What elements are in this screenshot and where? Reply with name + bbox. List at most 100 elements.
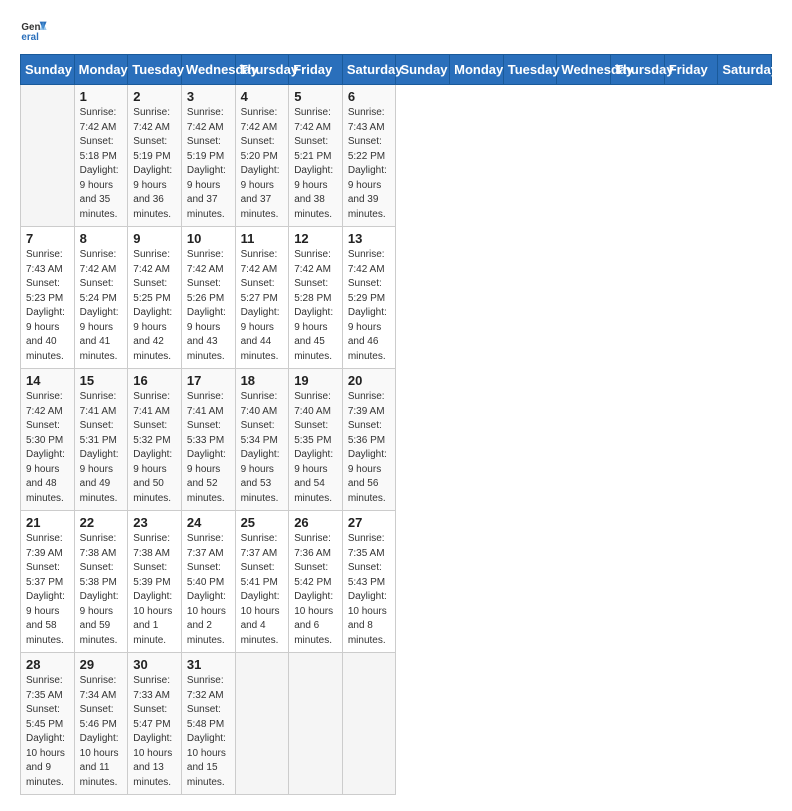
day-number: 10 [187, 231, 230, 246]
day-number: 25 [241, 515, 284, 530]
calendar-cell: 14Sunrise: 7:42 AM Sunset: 5:30 PM Dayli… [21, 369, 75, 511]
day-info: Sunrise: 7:43 AM Sunset: 5:22 PM Dayligh… [348, 106, 391, 222]
day-number: 28 [26, 657, 69, 672]
calendar-cell [21, 85, 75, 227]
day-info: Sunrise: 7:39 AM Sunset: 5:36 PM Dayligh… [348, 390, 391, 506]
day-info: Sunrise: 7:42 AM Sunset: 5:19 PM Dayligh… [133, 106, 176, 222]
calendar-cell: 4 Sunrise: 7:42 AM Sunset: 5:20 PM Daylig… [235, 85, 289, 227]
day-number: 30 [133, 657, 176, 672]
calendar-table: SundayMondayTuesdayWednesdayThursdayFrid… [20, 54, 772, 795]
calendar-cell: 29Sunrise: 7:34 AM Sunset: 5:46 PM Dayli… [74, 653, 128, 795]
calendar-week-row: 28 Sunrise: 7:35 AM Sunset: 5:45 PM Dayli… [21, 653, 772, 795]
calendar-cell: 6 Sunrise: 7:43 AM Sunset: 5:22 PM Daylig… [342, 85, 396, 227]
day-number: 23 [133, 515, 176, 530]
day-number: 12 [294, 231, 337, 246]
column-header-sunday: Sunday [396, 55, 450, 85]
calendar-cell: 10 Sunrise: 7:42 AM Sunset: 5:26 PM Dayli… [181, 227, 235, 369]
calendar-cell: 20 Sunrise: 7:39 AM Sunset: 5:36 PM Dayli… [342, 369, 396, 511]
calendar-cell: 9Sunrise: 7:42 AM Sunset: 5:25 PM Daylig… [128, 227, 182, 369]
calendar-cell: 25 Sunrise: 7:37 AM Sunset: 5:41 PM Dayli… [235, 511, 289, 653]
column-header-monday: Monday [450, 55, 504, 85]
calendar-cell: 5 Sunrise: 7:42 AM Sunset: 5:21 PM Daylig… [289, 85, 343, 227]
day-number: 5 [294, 89, 337, 104]
calendar-cell [342, 653, 396, 795]
day-number: 4 [241, 89, 284, 104]
column-header-tuesday: Tuesday [503, 55, 557, 85]
calendar-cell: 24 Sunrise: 7:37 AM Sunset: 5:40 PM Dayli… [181, 511, 235, 653]
day-info: Sunrise: 7:37 AM Sunset: 5:40 PM Dayligh… [187, 532, 230, 648]
day-info: Sunrise: 7:35 AM Sunset: 5:45 PM Dayligh… [26, 674, 69, 790]
day-number: 15 [80, 373, 123, 388]
calendar-cell: 11 Sunrise: 7:42 AM Sunset: 5:27 PM Dayli… [235, 227, 289, 369]
day-number: 3 [187, 89, 230, 104]
calendar-cell: 1Sunrise: 7:42 AM Sunset: 5:18 PM Daylig… [74, 85, 128, 227]
day-number: 16 [133, 373, 176, 388]
column-header-wednesday: Wednesday [557, 55, 611, 85]
day-number: 26 [294, 515, 337, 530]
day-number: 24 [187, 515, 230, 530]
day-number: 22 [80, 515, 123, 530]
calendar-week-row: 7 Sunrise: 7:43 AM Sunset: 5:23 PM Daylig… [21, 227, 772, 369]
calendar-week-row: 14Sunrise: 7:42 AM Sunset: 5:30 PM Dayli… [21, 369, 772, 511]
day-info: Sunrise: 7:35 AM Sunset: 5:43 PM Dayligh… [348, 532, 391, 648]
day-info: Sunrise: 7:41 AM Sunset: 5:33 PM Dayligh… [187, 390, 230, 506]
calendar-cell: 3Sunrise: 7:42 AM Sunset: 5:19 PM Daylig… [181, 85, 235, 227]
day-number: 20 [348, 373, 391, 388]
day-number: 27 [348, 515, 391, 530]
day-info: Sunrise: 7:38 AM Sunset: 5:38 PM Dayligh… [80, 532, 123, 648]
header-saturday: Saturday [342, 55, 396, 85]
calendar-cell: 23 Sunrise: 7:38 AM Sunset: 5:39 PM Dayli… [128, 511, 182, 653]
logo: Gen eral [20, 16, 52, 44]
calendar-cell: 17 Sunrise: 7:41 AM Sunset: 5:33 PM Dayli… [181, 369, 235, 511]
header-sunday: Sunday [21, 55, 75, 85]
page-header: Gen eral [20, 16, 772, 44]
calendar-cell: 18 Sunrise: 7:40 AM Sunset: 5:34 PM Dayli… [235, 369, 289, 511]
day-info: Sunrise: 7:33 AM Sunset: 5:47 PM Dayligh… [133, 674, 176, 790]
day-info: Sunrise: 7:42 AM Sunset: 5:27 PM Dayligh… [241, 248, 284, 364]
calendar-cell [289, 653, 343, 795]
day-info: Sunrise: 7:41 AM Sunset: 5:32 PM Dayligh… [133, 390, 176, 506]
day-number: 13 [348, 231, 391, 246]
day-number: 18 [241, 373, 284, 388]
calendar-cell: 7 Sunrise: 7:43 AM Sunset: 5:23 PM Daylig… [21, 227, 75, 369]
day-number: 6 [348, 89, 391, 104]
calendar-cell: 28 Sunrise: 7:35 AM Sunset: 5:45 PM Dayli… [21, 653, 75, 795]
day-number: 7 [26, 231, 69, 246]
header-tuesday: Tuesday [128, 55, 182, 85]
day-info: Sunrise: 7:42 AM Sunset: 5:21 PM Dayligh… [294, 106, 337, 222]
header-monday: Monday [74, 55, 128, 85]
header-thursday: Thursday [235, 55, 289, 85]
calendar-cell: 13 Sunrise: 7:42 AM Sunset: 5:29 PM Dayli… [342, 227, 396, 369]
column-header-saturday: Saturday [718, 55, 772, 85]
day-number: 29 [80, 657, 123, 672]
day-number: 2 [133, 89, 176, 104]
day-number: 19 [294, 373, 337, 388]
day-number: 31 [187, 657, 230, 672]
day-info: Sunrise: 7:42 AM Sunset: 5:29 PM Dayligh… [348, 248, 391, 364]
day-number: 17 [187, 373, 230, 388]
calendar-cell: 8 Sunrise: 7:42 AM Sunset: 5:24 PM Daylig… [74, 227, 128, 369]
day-info: Sunrise: 7:42 AM Sunset: 5:18 PM Dayligh… [80, 106, 123, 222]
column-header-friday: Friday [664, 55, 718, 85]
calendar-cell: 21Sunrise: 7:39 AM Sunset: 5:37 PM Dayli… [21, 511, 75, 653]
day-info: Sunrise: 7:43 AM Sunset: 5:23 PM Dayligh… [26, 248, 69, 364]
calendar-week-row: 1Sunrise: 7:42 AM Sunset: 5:18 PM Daylig… [21, 85, 772, 227]
calendar-cell [235, 653, 289, 795]
day-info: Sunrise: 7:42 AM Sunset: 5:26 PM Dayligh… [187, 248, 230, 364]
calendar-cell: 27 Sunrise: 7:35 AM Sunset: 5:43 PM Dayli… [342, 511, 396, 653]
day-info: Sunrise: 7:40 AM Sunset: 5:35 PM Dayligh… [294, 390, 337, 506]
day-info: Sunrise: 7:40 AM Sunset: 5:34 PM Dayligh… [241, 390, 284, 506]
calendar-cell: 19 Sunrise: 7:40 AM Sunset: 5:35 PM Dayli… [289, 369, 343, 511]
day-number: 11 [241, 231, 284, 246]
day-info: Sunrise: 7:39 AM Sunset: 5:37 PM Dayligh… [26, 532, 69, 648]
day-info: Sunrise: 7:37 AM Sunset: 5:41 PM Dayligh… [241, 532, 284, 648]
day-info: Sunrise: 7:42 AM Sunset: 5:20 PM Dayligh… [241, 106, 284, 222]
calendar-cell: 30 Sunrise: 7:33 AM Sunset: 5:47 PM Dayli… [128, 653, 182, 795]
day-info: Sunrise: 7:36 AM Sunset: 5:42 PM Dayligh… [294, 532, 337, 648]
day-info: Sunrise: 7:38 AM Sunset: 5:39 PM Dayligh… [133, 532, 176, 648]
day-info: Sunrise: 7:42 AM Sunset: 5:30 PM Dayligh… [26, 390, 69, 506]
day-number: 8 [80, 231, 123, 246]
day-info: Sunrise: 7:42 AM Sunset: 5:24 PM Dayligh… [80, 248, 123, 364]
calendar-cell: 15Sunrise: 7:41 AM Sunset: 5:31 PM Dayli… [74, 369, 128, 511]
day-info: Sunrise: 7:42 AM Sunset: 5:25 PM Dayligh… [133, 248, 176, 364]
